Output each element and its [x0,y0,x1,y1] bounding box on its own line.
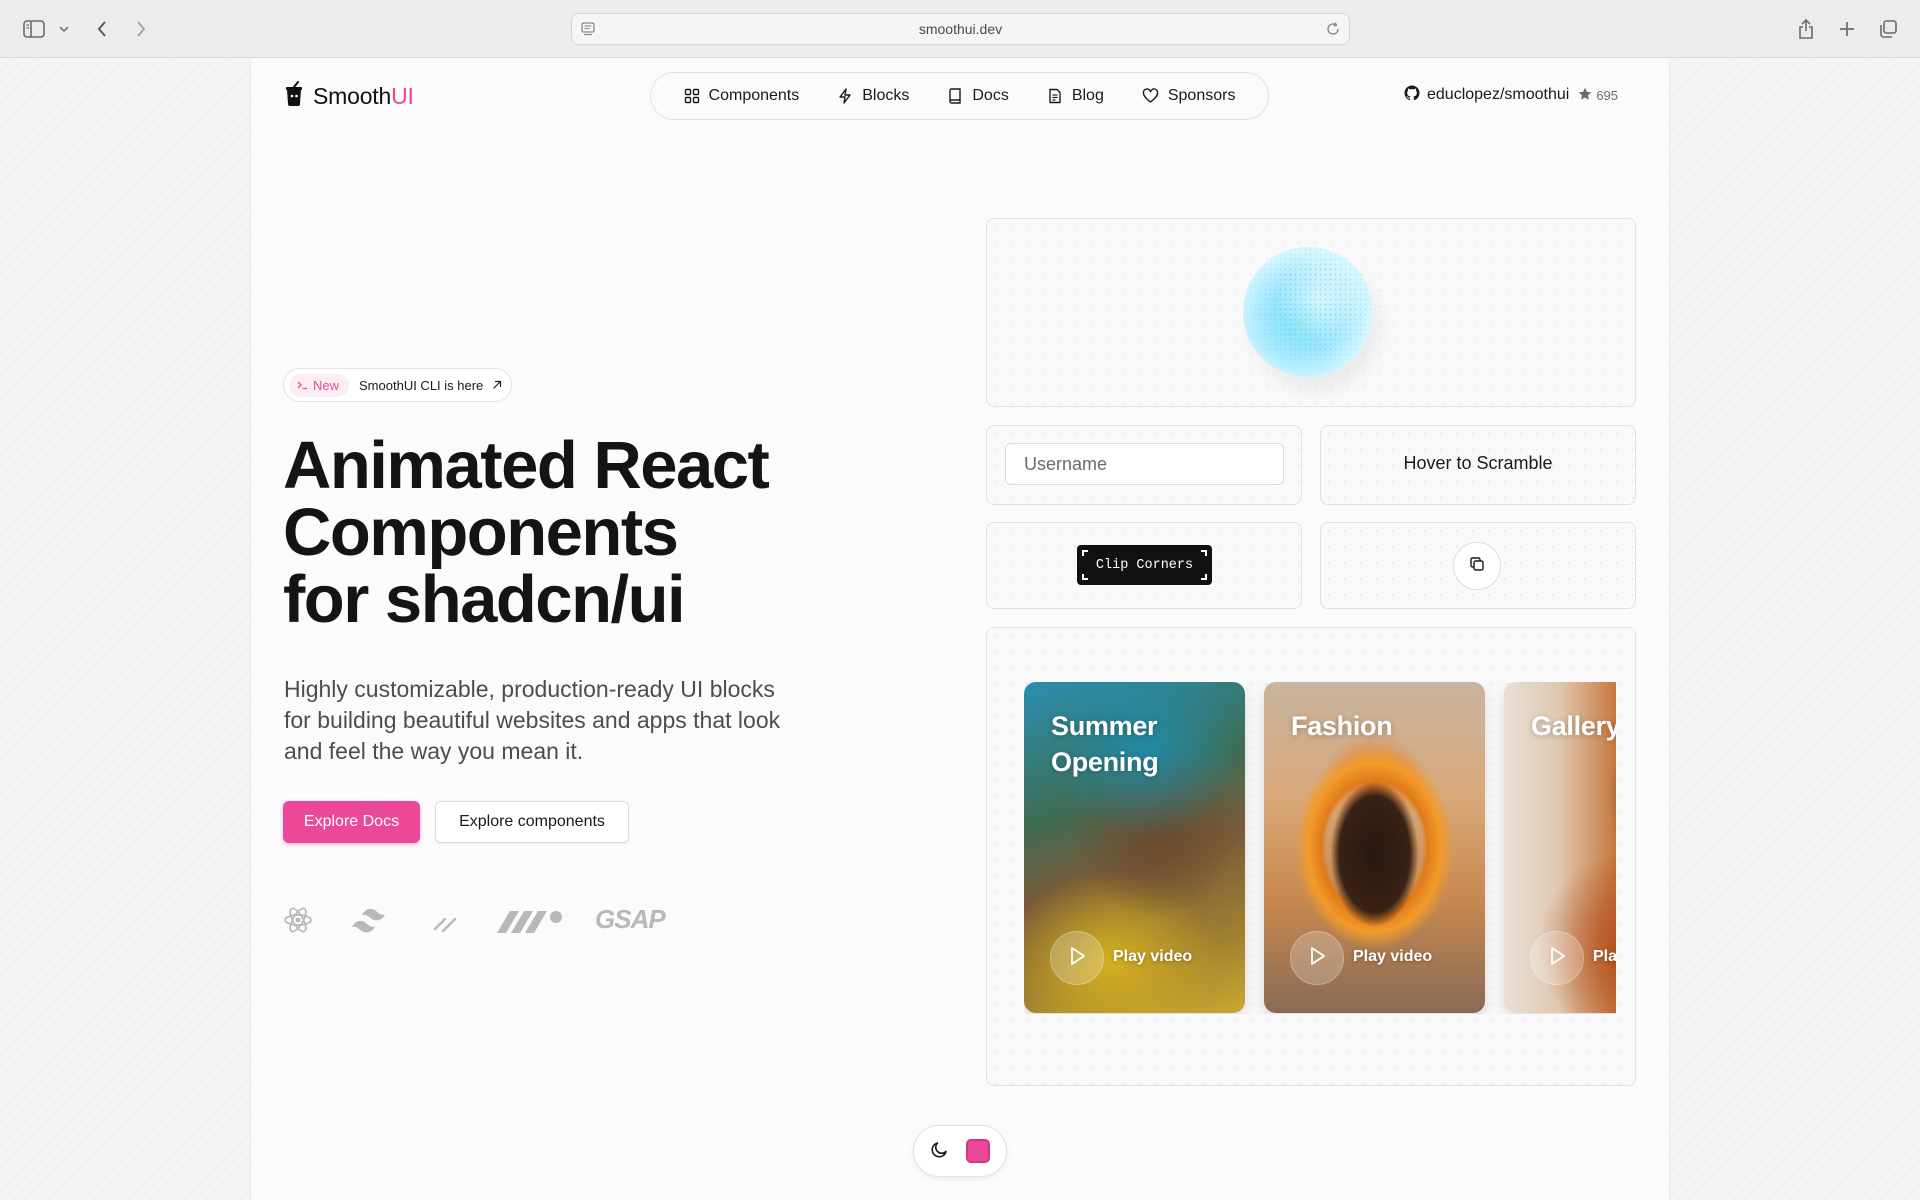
site-logo[interactable]: SmoothUI [283,80,414,112]
bolt-icon [837,88,853,104]
reload-icon[interactable] [1325,21,1341,40]
corner-mark [1201,550,1207,556]
reader-icon[interactable] [580,21,596,40]
play-button[interactable] [1290,931,1344,985]
play-label: Play video [1113,948,1193,965]
play-icon [1066,945,1088,972]
motion-icon [497,909,563,940]
explore-docs-button[interactable]: Explore Docs [283,801,420,843]
github-repo-link[interactable]: educlopez/smoothui 695 [1404,84,1618,106]
clip-corners-button[interactable]: Clip Corners [1077,545,1212,585]
badge-text: SmoothUI CLI is here [359,377,484,393]
corner-mark [1201,574,1207,580]
moon-icon[interactable] [930,1139,950,1164]
heart-icon [1142,88,1159,104]
play-button[interactable] [1050,931,1104,985]
star-count: 695 [1578,87,1618,104]
accent-color-swatch[interactable] [966,1139,990,1163]
video-carousel: Summer Opening Play video Fashion Play v… [1024,682,1616,1014]
animated-orb[interactable] [1243,247,1373,377]
gsap-logo: GSAP [595,904,666,934]
scramble-text[interactable]: Hover to Scramble [1320,453,1636,477]
react-icon [283,905,313,940]
hero-title-line: Animated React [283,428,770,503]
video-card-gallery[interactable]: Gallery Play video [1504,682,1616,1013]
corner-mark [1082,550,1088,556]
document-icon [1047,88,1063,104]
arrow-up-right-icon [489,377,505,393]
sidebar-icon[interactable] [22,14,46,44]
tailwind-icon [351,908,395,939]
nav-item-blocks[interactable]: Blocks [818,87,928,105]
video-title: Gallery [1531,711,1616,741]
forward-icon[interactable] [131,14,151,44]
smoothui-logo-icon [283,80,305,112]
nav-item-sponsors[interactable]: Sponsors [1123,87,1255,105]
video-card-fashion[interactable]: Fashion Play video [1264,682,1485,1013]
browser-toolbar: smoothui.dev [0,0,1920,58]
grid-icon [684,88,700,104]
nav-item-components[interactable]: Components [665,87,819,105]
explore-components-button[interactable]: Explore components [435,801,629,843]
nav-label: Sponsors [1167,87,1236,104]
video-card-summer[interactable]: Summer Opening Play video [1024,682,1245,1013]
nav-item-blog[interactable]: Blog [1028,87,1123,105]
main-nav: Components Blocks Docs Blog Sponsors [650,72,1269,120]
logo-wordmark: SmoothUI [313,83,414,110]
star-count-value: 695 [1596,87,1619,103]
play-label: Play video [1593,948,1616,965]
nav-label: Blocks [862,87,910,104]
clip-corners-label: Clip Corners [1095,557,1194,573]
hero-title-line: for shadcn/ui [283,562,686,637]
hero-title: Animated React Components for shadcn/ui [283,432,843,633]
new-tab-icon[interactable] [1836,14,1858,44]
back-icon[interactable] [92,14,112,44]
terminal-icon [297,380,308,390]
new-tag-label: New [313,377,340,393]
star-icon [1578,87,1592,104]
logo-text-accent: UI [391,82,414,109]
hero-title-line: Components [283,495,679,570]
url-text: smoothui.dev [918,21,1003,37]
play-icon [1306,945,1328,972]
logo-text-main: Smooth [313,82,392,109]
new-tag: New [289,373,350,397]
corner-mark [1082,574,1088,580]
nav-item-docs[interactable]: Docs [928,87,1027,105]
copy-button[interactable] [1453,542,1501,590]
address-bar[interactable]: smoothui.dev [571,13,1350,45]
github-icon [1404,85,1420,106]
announcement-badge[interactable]: New SmoothUI CLI is here [283,368,513,402]
hero-subtitle: Highly customizable, production-ready UI… [284,676,781,764]
video-title: Summer Opening [1051,711,1159,777]
repo-name: educlopez/smoothui [1427,86,1570,103]
nav-label: Components [708,87,800,104]
tabs-overview-icon[interactable] [1877,14,1899,44]
share-icon[interactable] [1795,14,1817,44]
orb-dot-pattern [1243,247,1373,377]
book-icon [947,88,963,104]
copy-icon [1468,555,1486,578]
nav-label: Blog [1071,87,1104,104]
shadcn-icon [432,908,458,939]
username-input[interactable] [1005,443,1284,485]
theme-toggle [913,1125,1007,1177]
chevron-down-icon[interactable] [56,14,72,44]
play-icon [1546,945,1568,972]
video-title: Fashion [1291,711,1393,741]
play-button[interactable] [1530,931,1584,985]
nav-label: Docs [972,87,1009,104]
play-label: Play video [1353,948,1433,965]
